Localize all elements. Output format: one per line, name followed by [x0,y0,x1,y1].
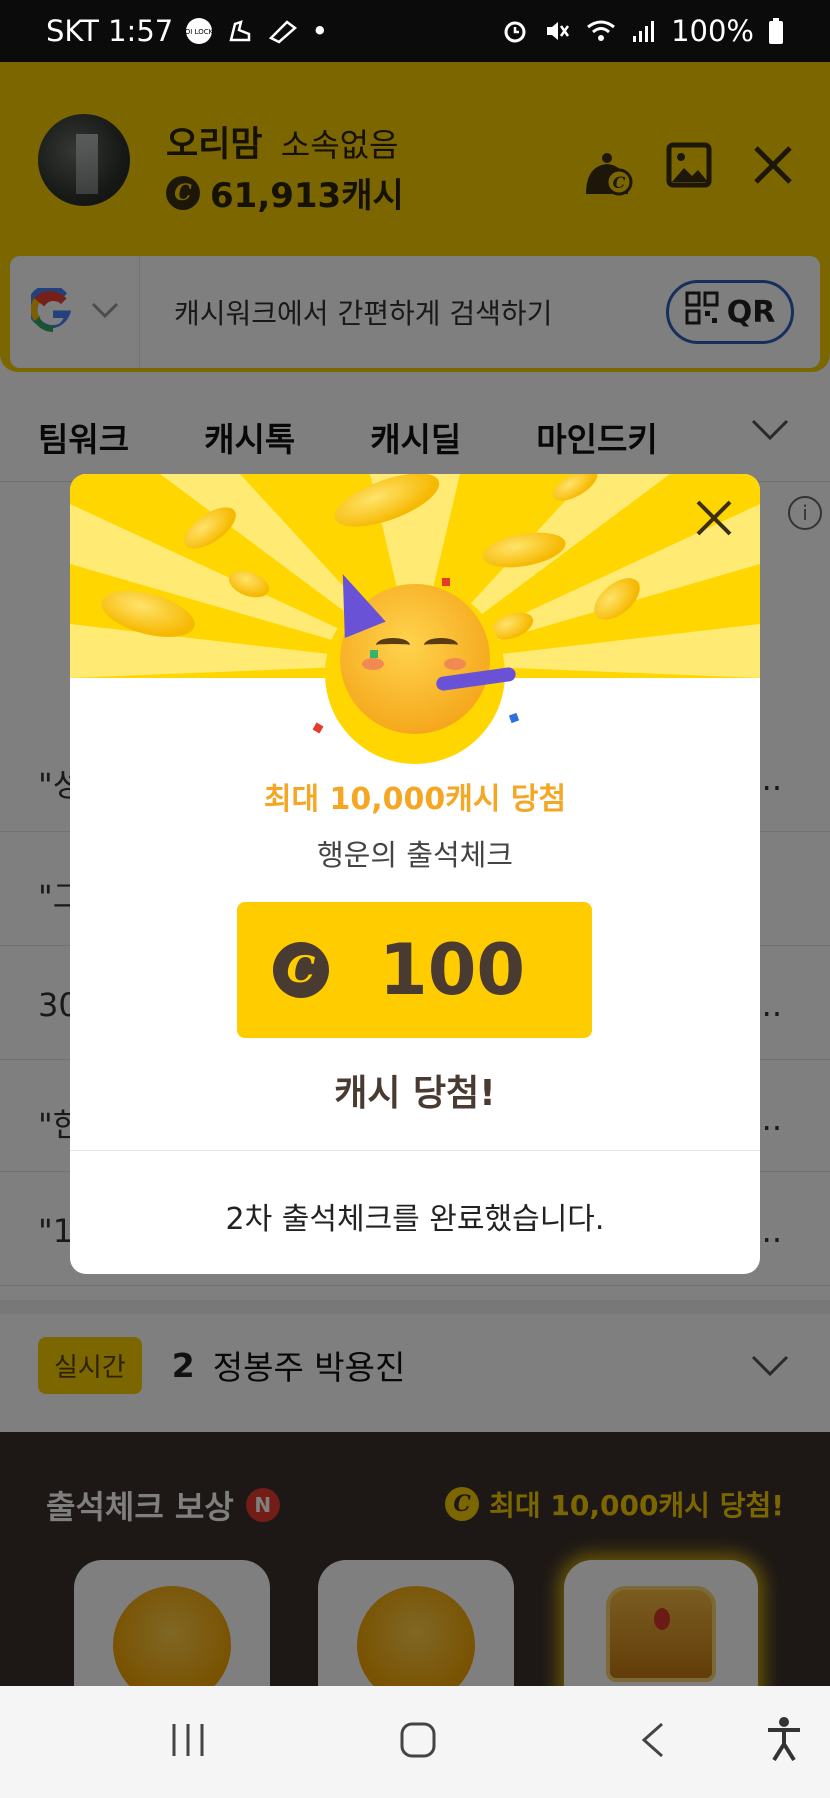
reward-amount: 100 [379,929,526,1011]
status-bar: SKT 1:57 OI LOCK • 100% [0,0,830,62]
attendance-reward-modal: 최대 10,000캐시 당첨 행운의 출석체크 C 100 캐시 당첨! 2차 … [70,474,760,1274]
home-button[interactable] [398,1720,438,1764]
confetti-icon [442,578,450,586]
back-button[interactable] [638,1720,668,1764]
wifi-icon [585,17,617,45]
battery-icon [768,17,784,45]
reward-amount-box: C 100 [237,902,592,1038]
confetti-icon [370,650,378,658]
mute-icon [543,17,571,45]
battery-percent: 100% [671,14,754,48]
emoji-cheek [362,658,384,670]
modal-close-icon[interactable] [690,494,738,542]
shoe-icon [225,16,255,46]
system-nav-bar [0,1686,830,1798]
divider [70,1150,760,1151]
sneaker-icon [267,16,299,46]
recent-apps-button[interactable] [168,1720,208,1764]
alarm-icon [501,17,529,45]
coin-icon: C [273,942,329,998]
accessibility-icon[interactable] [764,1716,804,1766]
emoji-eye [424,638,458,652]
completion-message: 2차 출석체크를 완료했습니다. [225,1202,605,1237]
svg-text:OI LOCK: OI LOCK [185,28,213,36]
carrier-time: SKT 1:57 [46,14,174,48]
modal-subtitle: 행운의 출석체크 [317,838,513,872]
won-text: 캐시 당첨! [334,1073,496,1114]
oi-lock-icon: OI LOCK [185,17,213,45]
notification-dot: • [311,14,329,48]
confetti-icon [312,722,324,734]
signal-icon [631,18,657,44]
emoji-cheek [444,658,466,670]
confetti-icon [508,712,520,724]
emoji-eye [376,638,410,652]
max-reward-text: 최대 10,000캐시 당첨 [263,782,567,817]
